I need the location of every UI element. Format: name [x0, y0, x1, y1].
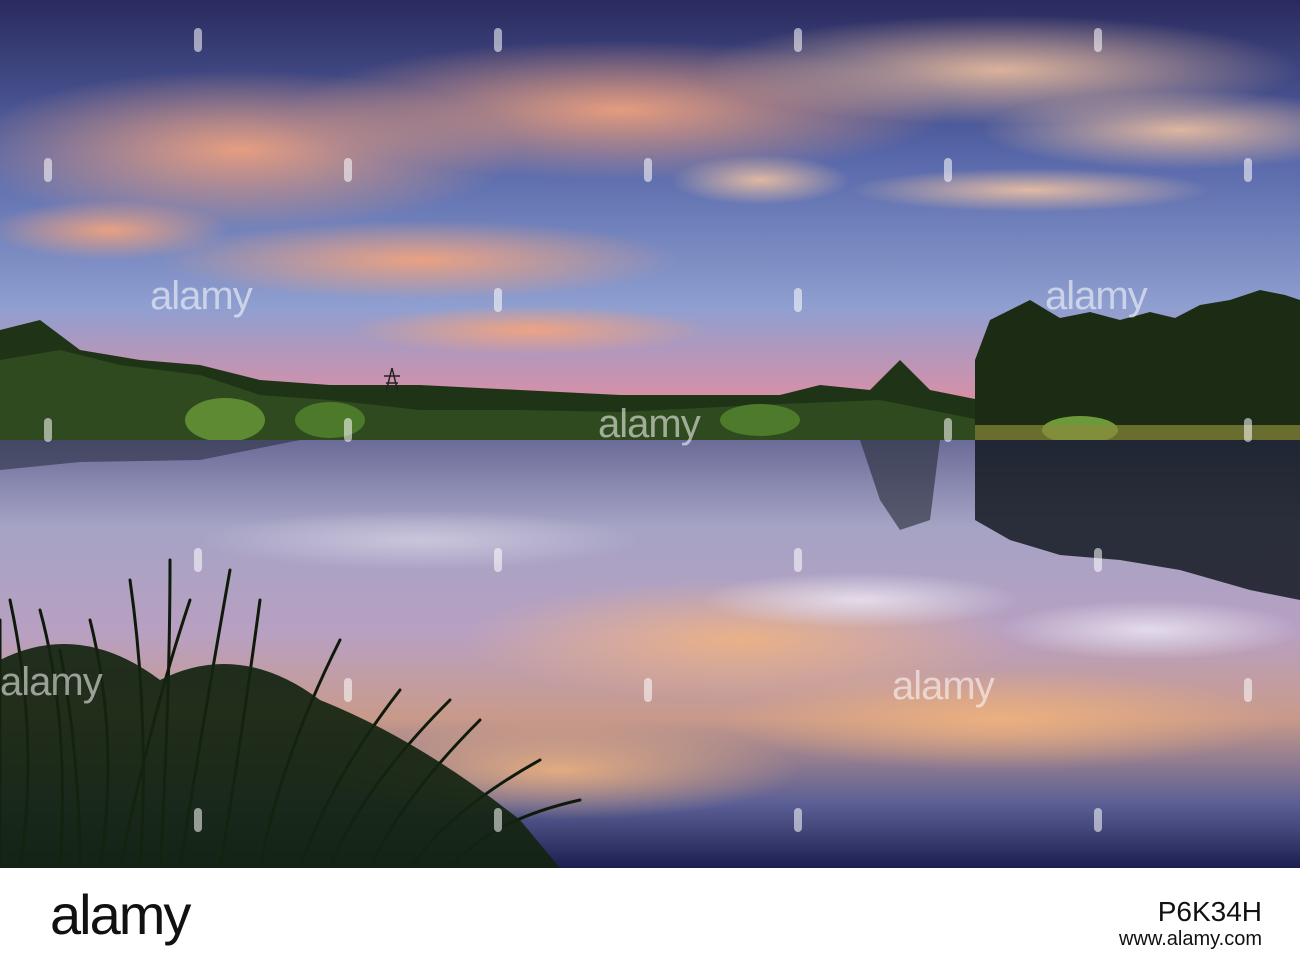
watermark-dot [344, 678, 352, 702]
watermark-dot [494, 288, 502, 312]
watermark-dot [1094, 808, 1102, 832]
watermark-dot [194, 548, 202, 572]
alamy-logo: alamy [50, 883, 191, 946]
watermark-dot [1244, 678, 1252, 702]
watermark-dot [194, 808, 202, 832]
watermark-dot [944, 158, 952, 182]
watermark-dot [344, 158, 352, 182]
image-id: P6K34H [1157, 896, 1262, 927]
watermark-dot [44, 158, 52, 182]
watermark-dot [194, 28, 202, 52]
watermark-dot [1244, 158, 1252, 182]
watermark-dot [794, 548, 802, 572]
watermark-dot [1094, 28, 1102, 52]
watermark-dot [494, 808, 502, 832]
watermark-dot [44, 418, 52, 442]
watermark-dot [644, 158, 652, 182]
watermark-dot [1094, 548, 1102, 572]
watermark-dot [494, 548, 502, 572]
landscape-photo: alamy alamy alamy alamy alamy [0, 0, 1300, 868]
watermark-dot [644, 678, 652, 702]
watermark-dot [794, 808, 802, 832]
site-url: www.alamy.com [1119, 928, 1262, 950]
watermark-dot [1244, 418, 1252, 442]
footer-bar: alamy P6K34H www.alamy.com [0, 868, 1300, 956]
watermark-dot [794, 288, 802, 312]
watermark-dot [794, 28, 802, 52]
watermark-dot [494, 28, 502, 52]
sunset-lake-scene [0, 0, 1300, 868]
watermark-dot [344, 418, 352, 442]
watermark-dot [944, 418, 952, 442]
